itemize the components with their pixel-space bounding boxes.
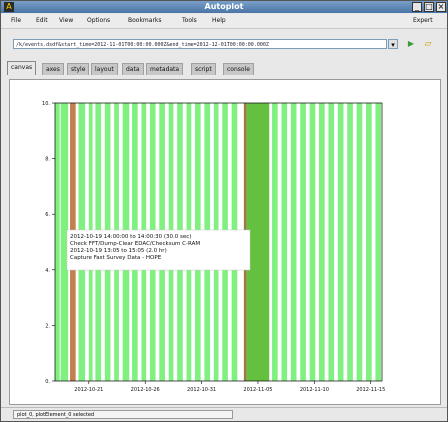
annotation-box: 2012-10-19 14:00:00 to 14:00:30 (30.0 se…	[66, 229, 251, 271]
tab-script[interactable]: script	[191, 63, 216, 75]
close-button[interactable]: ×	[436, 2, 446, 12]
event-bar	[337, 103, 344, 381]
menu-help[interactable]: Help	[212, 14, 226, 28]
annotation-line-2: Check FFT/Dump-Clear EDAC/Checksum C-RAM	[70, 241, 200, 247]
event-bar	[300, 103, 306, 381]
tab-console[interactable]: console	[223, 63, 254, 75]
event-bar	[55, 103, 60, 381]
tab-style[interactable]: style	[67, 63, 90, 75]
menu-edit[interactable]: Edit	[36, 14, 48, 28]
event-bar	[290, 103, 297, 381]
x-tick-label: 2012-10-21	[74, 387, 103, 393]
plot-canvas[interactable]: 0. 2. 4. 6. 8. 10. 2012-10-21 2012-10-26 2012-10…	[9, 79, 441, 405]
data-set-selector: /k/events.dsdf&start_time=2012-11-01T00:…	[1, 29, 447, 59]
event-timeline-chart[interactable]: 0. 2. 4. 6. 8. 10. 2012-10-21 2012-10-26 2012-10…	[10, 80, 440, 404]
annotation-line-4: Capture Fast Survey Data - HOPE	[70, 255, 162, 261]
event-bar	[375, 103, 382, 381]
minimize-button[interactable]: _	[412, 2, 422, 12]
title-bar: A Autoplot _ □ ×	[1, 1, 447, 13]
event-bar	[347, 103, 353, 381]
tab-bar: canvas axes style layout data metadata s…	[1, 59, 447, 79]
menu-bookmarks[interactable]: Bookmarks	[128, 14, 162, 28]
expert-mode-menu[interactable]: Expert	[413, 14, 433, 28]
menu-bar: File Edit View Options Bookmarks Tools H…	[1, 14, 447, 29]
menu-file[interactable]: File	[11, 14, 21, 28]
tab-data[interactable]: data	[122, 63, 144, 75]
event-bar	[356, 103, 363, 381]
event-bar	[328, 103, 335, 381]
y-tick-label: 6.	[45, 212, 50, 218]
y-tick-label: 10.	[42, 101, 50, 107]
event-bar	[281, 103, 288, 381]
y-tick-label: 2.	[45, 323, 50, 329]
y-tick-label: 4.	[45, 268, 50, 274]
plot-go-icon[interactable]: ▶	[405, 39, 417, 49]
menu-options[interactable]: Options	[87, 14, 110, 28]
event-bar	[309, 103, 316, 381]
window-title: Autoplot	[204, 2, 244, 11]
menu-tools[interactable]: Tools	[182, 14, 197, 28]
url-history-dropdown[interactable]: ▾	[388, 39, 398, 49]
y-tick-label: 0.	[45, 379, 50, 385]
y-tick-label: 8.	[45, 157, 50, 163]
event-bar	[272, 103, 278, 381]
maximize-button[interactable]: □	[424, 2, 434, 12]
tab-canvas[interactable]: canvas	[7, 61, 37, 75]
tab-metadata[interactable]: metadata	[146, 63, 184, 75]
x-tick-label: 2012-10-31	[187, 387, 216, 393]
x-tick-label: 2012-11-10	[300, 387, 329, 393]
browse-folder-icon[interactable]: ▱	[422, 38, 434, 50]
status-text: plot_0, plotElement_0 selected	[13, 410, 233, 419]
app-window: A Autoplot _ □ × File Edit View Options …	[0, 0, 448, 422]
x-tick-label: 2012-11-05	[243, 387, 272, 393]
status-bar: plot_0, plotElement_0 selected	[1, 407, 447, 421]
url-input[interactable]: /k/events.dsdf&start_time=2012-11-01T00:…	[13, 39, 387, 49]
x-tick-label: 2012-10-26	[131, 387, 160, 393]
event-bar	[319, 103, 325, 381]
annotation-line-1: 2012-10-19 14:00:00 to 14:00:30 (30.0 se…	[70, 234, 191, 240]
event-bar	[366, 103, 372, 381]
annotation-line-3: 2012-10-19 13:05 to 15:05 (2.0 hr)	[70, 248, 167, 254]
tab-layout[interactable]: layout	[91, 63, 118, 75]
tab-axes[interactable]: axes	[42, 63, 64, 75]
menu-view[interactable]: View	[59, 14, 73, 28]
x-tick-label: 2012-11-15	[356, 387, 385, 393]
